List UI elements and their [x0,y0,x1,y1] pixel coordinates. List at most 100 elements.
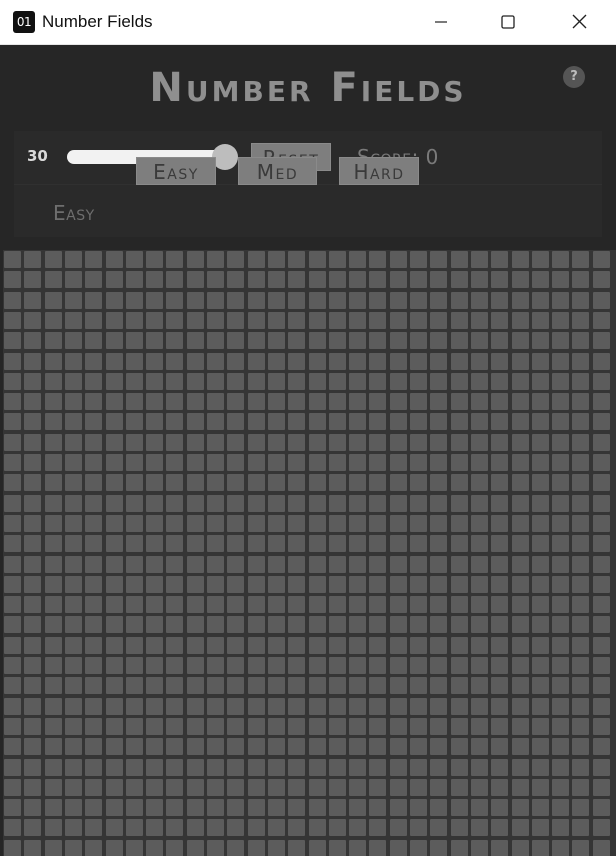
grid-cell[interactable] [126,353,143,370]
grid-cell[interactable] [532,596,549,613]
grid-cell[interactable] [4,759,21,776]
grid-cell[interactable] [349,373,366,390]
grid-cell[interactable] [390,373,407,390]
grid-cell[interactable] [390,718,407,735]
grid-cell[interactable] [268,596,285,613]
grid-cell[interactable] [106,332,123,349]
grid-cell[interactable] [471,596,488,613]
grid-cell[interactable] [369,799,386,816]
grid-cell[interactable] [146,698,163,715]
grid-cell[interactable] [329,799,346,816]
grid-cell[interactable] [491,637,508,654]
grid-cell[interactable] [45,840,62,856]
grid-cell[interactable] [491,393,508,410]
maximize-button[interactable] [485,0,531,44]
grid-cell[interactable] [451,657,468,674]
grid-cell[interactable] [227,515,244,532]
grid-cell[interactable] [512,616,529,633]
grid-cell[interactable] [207,596,224,613]
grid-cell[interactable] [106,677,123,694]
grid-cell[interactable] [309,373,326,390]
grid-cell[interactable] [45,495,62,512]
grid-cell[interactable] [329,474,346,491]
grid-cell[interactable] [166,454,183,471]
grid-cell[interactable] [146,556,163,573]
grid-cell[interactable] [552,495,569,512]
grid-cell[interactable] [24,413,41,430]
grid-cell[interactable] [349,515,366,532]
grid-cell[interactable] [410,535,427,552]
grid-cell[interactable] [24,657,41,674]
grid-cell[interactable] [166,616,183,633]
grid-cell[interactable] [430,332,447,349]
grid-cell[interactable] [45,373,62,390]
grid-cell[interactable] [430,738,447,755]
grid-cell[interactable] [390,474,407,491]
grid-cell[interactable] [552,373,569,390]
grid-cell[interactable] [288,677,305,694]
grid-cell[interactable] [65,495,82,512]
grid-cell[interactable] [4,353,21,370]
grid-cell[interactable] [65,454,82,471]
grid-cell[interactable] [451,779,468,796]
grid-cell[interactable] [106,779,123,796]
grid-cell[interactable] [369,474,386,491]
grid-cell[interactable] [106,535,123,552]
grid-cell[interactable] [24,698,41,715]
grid-cell[interactable] [369,393,386,410]
grid-cell[interactable] [532,353,549,370]
grid-cell[interactable] [288,393,305,410]
grid-cell[interactable] [268,251,285,268]
grid-cell[interactable] [65,799,82,816]
grid-cell[interactable] [309,779,326,796]
grid-cell[interactable] [248,393,265,410]
grid-cell[interactable] [329,271,346,288]
grid-cell[interactable] [24,596,41,613]
grid-cell[interactable] [491,271,508,288]
grid-cell[interactable] [85,373,102,390]
grid-cell[interactable] [572,799,589,816]
grid-cell[interactable] [85,596,102,613]
grid-cell[interactable] [146,495,163,512]
grid-cell[interactable] [349,271,366,288]
grid-cell[interactable] [512,759,529,776]
grid-cell[interactable] [24,637,41,654]
grid-cell[interactable] [166,515,183,532]
grid-cell[interactable] [491,779,508,796]
grid-cell[interactable] [471,556,488,573]
grid-cell[interactable] [65,271,82,288]
grid-cell[interactable] [451,596,468,613]
grid-cell[interactable] [471,251,488,268]
grid-cell[interactable] [24,616,41,633]
grid-cell[interactable] [187,799,204,816]
grid-cell[interactable] [390,759,407,776]
grid-cell[interactable] [410,698,427,715]
grid-cell[interactable] [410,373,427,390]
grid-cell[interactable] [410,718,427,735]
grid-cell[interactable] [593,576,610,593]
grid-cell[interactable] [45,312,62,329]
grid-cell[interactable] [166,819,183,836]
grid-cell[interactable] [146,738,163,755]
grid-cell[interactable] [349,657,366,674]
grid-cell[interactable] [572,759,589,776]
grid-cell[interactable] [593,698,610,715]
grid-cell[interactable] [491,738,508,755]
grid-cell[interactable] [187,677,204,694]
grid-cell[interactable] [126,495,143,512]
grid-cell[interactable] [45,434,62,451]
grid-cell[interactable] [390,413,407,430]
grid-cell[interactable] [227,251,244,268]
grid-cell[interactable] [126,596,143,613]
grid-cell[interactable] [329,251,346,268]
grid-cell[interactable] [593,637,610,654]
grid-cell[interactable] [471,616,488,633]
grid-cell[interactable] [4,413,21,430]
grid-cell[interactable] [512,474,529,491]
grid-cell[interactable] [451,271,468,288]
grid-cell[interactable] [166,718,183,735]
grid-cell[interactable] [166,434,183,451]
grid-cell[interactable] [268,535,285,552]
grid-cell[interactable] [106,292,123,309]
grid-cell[interactable] [65,332,82,349]
